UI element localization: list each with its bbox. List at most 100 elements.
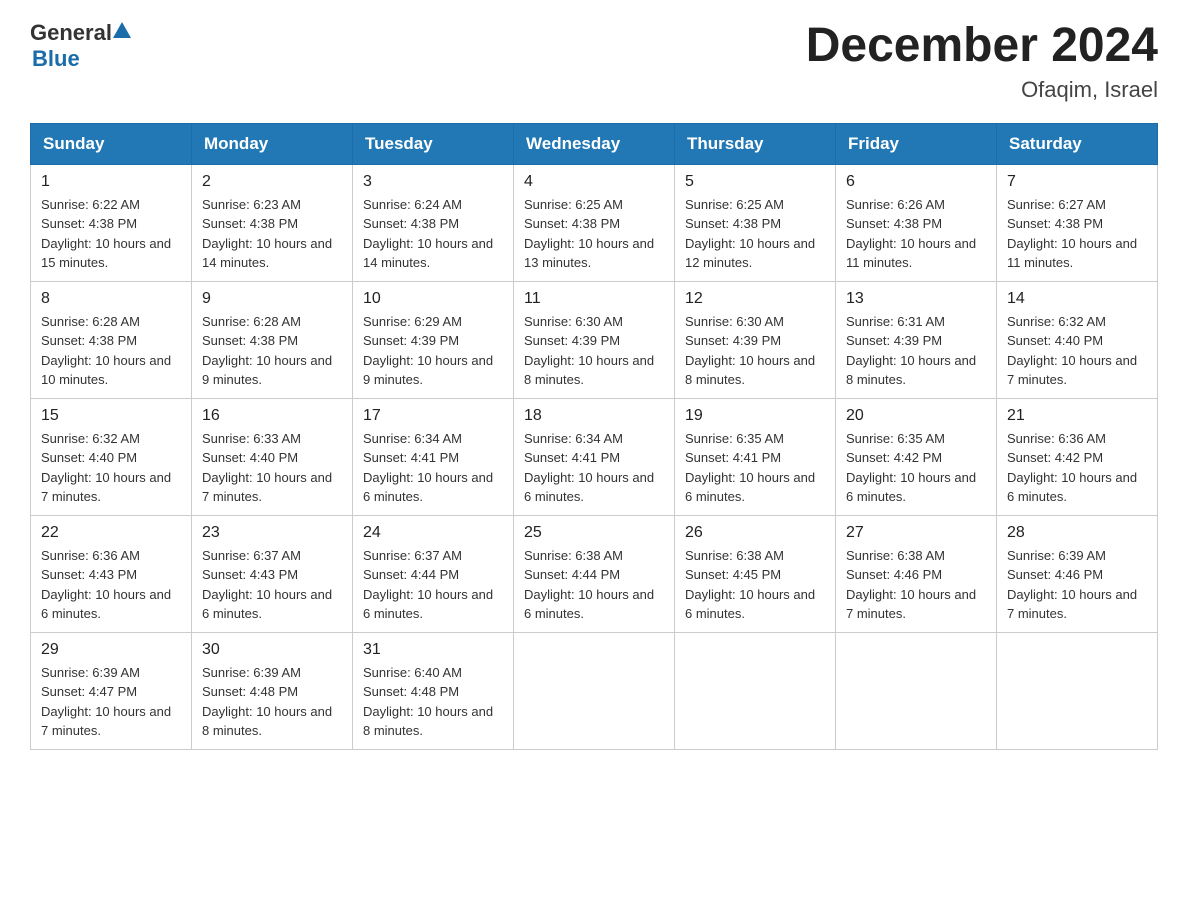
calendar-cell: 10 Sunrise: 6:29 AMSunset: 4:39 PMDayligh… bbox=[353, 281, 514, 398]
calendar-cell: 4 Sunrise: 6:25 AMSunset: 4:38 PMDaylight… bbox=[514, 164, 675, 281]
calendar-cell: 1 Sunrise: 6:22 AMSunset: 4:38 PMDaylight… bbox=[31, 164, 192, 281]
weekday-header-monday: Monday bbox=[192, 123, 353, 164]
calendar-cell: 22Sunrise: 6:36 AMSunset: 4:43 PMDayligh… bbox=[31, 515, 192, 632]
day-number: 7 bbox=[1007, 173, 1147, 191]
day-number: 1 bbox=[41, 173, 181, 191]
day-number: 11 bbox=[524, 290, 664, 308]
day-number: 9 bbox=[202, 290, 342, 308]
logo-blue-text: Blue bbox=[32, 46, 80, 71]
weekday-header-saturday: Saturday bbox=[997, 123, 1158, 164]
logo: General Blue bbox=[30, 20, 131, 72]
day-number: 10 bbox=[363, 290, 503, 308]
day-info: Sunrise: 6:32 AMSunset: 4:40 PMDaylight:… bbox=[1007, 312, 1147, 390]
weekday-header-tuesday: Tuesday bbox=[353, 123, 514, 164]
day-number: 8 bbox=[41, 290, 181, 308]
month-year-title: December 2024 bbox=[806, 20, 1158, 73]
day-info: Sunrise: 6:25 AMSunset: 4:38 PMDaylight:… bbox=[524, 195, 664, 273]
day-info: Sunrise: 6:24 AMSunset: 4:38 PMDaylight:… bbox=[363, 195, 503, 273]
day-info: Sunrise: 6:27 AMSunset: 4:38 PMDaylight:… bbox=[1007, 195, 1147, 273]
day-info: Sunrise: 6:38 AMSunset: 4:45 PMDaylight:… bbox=[685, 546, 825, 624]
calendar-cell: 16 Sunrise: 6:33 AMSunset: 4:40 PMDayligh… bbox=[192, 398, 353, 515]
location-subtitle: Ofaqim, Israel bbox=[806, 77, 1158, 103]
calendar-cell: 11 Sunrise: 6:30 AMSunset: 4:39 PMDayligh… bbox=[514, 281, 675, 398]
day-info: Sunrise: 6:36 AMSunset: 4:43 PMDaylight:… bbox=[41, 546, 181, 624]
calendar-cell: 26 Sunrise: 6:38 AMSunset: 4:45 PMDayligh… bbox=[675, 515, 836, 632]
day-info: Sunrise: 6:34 AMSunset: 4:41 PMDaylight:… bbox=[363, 429, 503, 507]
day-number: 28 bbox=[1007, 524, 1147, 542]
day-info: Sunrise: 6:26 AMSunset: 4:38 PMDaylight:… bbox=[846, 195, 986, 273]
calendar-cell: 9Sunrise: 6:28 AMSunset: 4:38 PMDaylight… bbox=[192, 281, 353, 398]
calendar-week-row-5: 29 Sunrise: 6:39 AMSunset: 4:47 PMDayligh… bbox=[31, 632, 1158, 749]
calendar-cell: 8Sunrise: 6:28 AMSunset: 4:38 PMDaylight… bbox=[31, 281, 192, 398]
day-info: Sunrise: 6:30 AMSunset: 4:39 PMDaylight:… bbox=[524, 312, 664, 390]
day-number: 12 bbox=[685, 290, 825, 308]
logo-general-text: General bbox=[30, 20, 112, 46]
day-info: Sunrise: 6:38 AMSunset: 4:46 PMDaylight:… bbox=[846, 546, 986, 624]
day-number: 17 bbox=[363, 407, 503, 425]
day-info: Sunrise: 6:35 AMSunset: 4:41 PMDaylight:… bbox=[685, 429, 825, 507]
day-number: 23 bbox=[202, 524, 342, 542]
day-info: Sunrise: 6:39 AMSunset: 4:48 PMDaylight:… bbox=[202, 663, 342, 741]
day-info: Sunrise: 6:31 AMSunset: 4:39 PMDaylight:… bbox=[846, 312, 986, 390]
calendar-cell: 28 Sunrise: 6:39 AMSunset: 4:46 PMDayligh… bbox=[997, 515, 1158, 632]
weekday-header-thursday: Thursday bbox=[675, 123, 836, 164]
calendar-cell: 3 Sunrise: 6:24 AMSunset: 4:38 PMDaylight… bbox=[353, 164, 514, 281]
weekday-header-friday: Friday bbox=[836, 123, 997, 164]
calendar-cell: 13 Sunrise: 6:31 AMSunset: 4:39 PMDayligh… bbox=[836, 281, 997, 398]
calendar-cell: 7 Sunrise: 6:27 AMSunset: 4:38 PMDaylight… bbox=[997, 164, 1158, 281]
day-number: 5 bbox=[685, 173, 825, 191]
day-info: Sunrise: 6:37 AMSunset: 4:44 PMDaylight:… bbox=[363, 546, 503, 624]
day-info: Sunrise: 6:33 AMSunset: 4:40 PMDaylight:… bbox=[202, 429, 342, 507]
day-number: 30 bbox=[202, 641, 342, 659]
calendar-cell: 15 Sunrise: 6:32 AMSunset: 4:40 PMDayligh… bbox=[31, 398, 192, 515]
calendar-cell bbox=[836, 632, 997, 749]
day-info: Sunrise: 6:22 AMSunset: 4:38 PMDaylight:… bbox=[41, 195, 181, 273]
day-info: Sunrise: 6:39 AMSunset: 4:47 PMDaylight:… bbox=[41, 663, 181, 741]
day-number: 25 bbox=[524, 524, 664, 542]
day-number: 26 bbox=[685, 524, 825, 542]
calendar-cell bbox=[514, 632, 675, 749]
day-number: 13 bbox=[846, 290, 986, 308]
day-number: 6 bbox=[846, 173, 986, 191]
weekday-header-row: SundayMondayTuesdayWednesdayThursdayFrid… bbox=[31, 123, 1158, 164]
day-info: Sunrise: 6:40 AMSunset: 4:48 PMDaylight:… bbox=[363, 663, 503, 741]
calendar-cell: 27 Sunrise: 6:38 AMSunset: 4:46 PMDayligh… bbox=[836, 515, 997, 632]
calendar-cell: 24Sunrise: 6:37 AMSunset: 4:44 PMDayligh… bbox=[353, 515, 514, 632]
calendar-cell: 19 Sunrise: 6:35 AMSunset: 4:41 PMDayligh… bbox=[675, 398, 836, 515]
calendar-cell: 20Sunrise: 6:35 AMSunset: 4:42 PMDayligh… bbox=[836, 398, 997, 515]
calendar-week-row-2: 8Sunrise: 6:28 AMSunset: 4:38 PMDaylight… bbox=[31, 281, 1158, 398]
logo-triangle-icon bbox=[113, 22, 131, 38]
day-number: 4 bbox=[524, 173, 664, 191]
day-number: 29 bbox=[41, 641, 181, 659]
day-number: 3 bbox=[363, 173, 503, 191]
day-info: Sunrise: 6:30 AMSunset: 4:39 PMDaylight:… bbox=[685, 312, 825, 390]
page-header: General Blue December 2024 Ofaqim, Israe… bbox=[30, 20, 1158, 103]
weekday-header-wednesday: Wednesday bbox=[514, 123, 675, 164]
day-number: 21 bbox=[1007, 407, 1147, 425]
day-number: 15 bbox=[41, 407, 181, 425]
day-info: Sunrise: 6:32 AMSunset: 4:40 PMDaylight:… bbox=[41, 429, 181, 507]
day-number: 2 bbox=[202, 173, 342, 191]
calendar-cell: 17 Sunrise: 6:34 AMSunset: 4:41 PMDayligh… bbox=[353, 398, 514, 515]
day-number: 20 bbox=[846, 407, 986, 425]
day-info: Sunrise: 6:36 AMSunset: 4:42 PMDaylight:… bbox=[1007, 429, 1147, 507]
calendar-title-area: December 2024 Ofaqim, Israel bbox=[806, 20, 1158, 103]
day-info: Sunrise: 6:23 AMSunset: 4:38 PMDaylight:… bbox=[202, 195, 342, 273]
calendar-week-row-4: 22Sunrise: 6:36 AMSunset: 4:43 PMDayligh… bbox=[31, 515, 1158, 632]
day-info: Sunrise: 6:25 AMSunset: 4:38 PMDaylight:… bbox=[685, 195, 825, 273]
day-info: Sunrise: 6:39 AMSunset: 4:46 PMDaylight:… bbox=[1007, 546, 1147, 624]
day-number: 19 bbox=[685, 407, 825, 425]
calendar-week-row-1: 1 Sunrise: 6:22 AMSunset: 4:38 PMDaylight… bbox=[31, 164, 1158, 281]
day-info: Sunrise: 6:29 AMSunset: 4:39 PMDaylight:… bbox=[363, 312, 503, 390]
calendar-cell: 14 Sunrise: 6:32 AMSunset: 4:40 PMDayligh… bbox=[997, 281, 1158, 398]
day-number: 16 bbox=[202, 407, 342, 425]
day-number: 14 bbox=[1007, 290, 1147, 308]
calendar-week-row-3: 15 Sunrise: 6:32 AMSunset: 4:40 PMDayligh… bbox=[31, 398, 1158, 515]
day-number: 18 bbox=[524, 407, 664, 425]
day-info: Sunrise: 6:38 AMSunset: 4:44 PMDaylight:… bbox=[524, 546, 664, 624]
day-number: 27 bbox=[846, 524, 986, 542]
calendar-cell: 30 Sunrise: 6:39 AMSunset: 4:48 PMDayligh… bbox=[192, 632, 353, 749]
calendar-cell: 6 Sunrise: 6:26 AMSunset: 4:38 PMDaylight… bbox=[836, 164, 997, 281]
calendar-cell: 18Sunrise: 6:34 AMSunset: 4:41 PMDayligh… bbox=[514, 398, 675, 515]
calendar-cell: 31Sunrise: 6:40 AMSunset: 4:48 PMDayligh… bbox=[353, 632, 514, 749]
